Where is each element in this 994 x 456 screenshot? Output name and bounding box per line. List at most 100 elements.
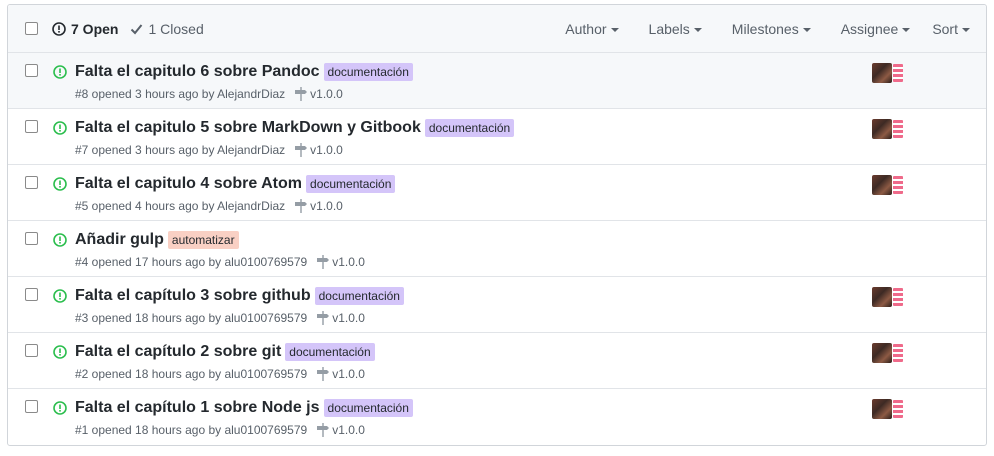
issue-title-line: Falta el capitulo 6 sobre Pandoc documen… [75,63,413,81]
milestone-icon [317,311,330,325]
avatar[interactable] [893,400,903,418]
issue-row[interactable]: Falta el capítulo 1 sobre Node js docume… [8,389,986,445]
issue-meta: #3 opened 18 hours ago by alu0100769579 … [75,311,365,325]
issue-title-line: Falta el capítulo 2 sobre git documentac… [75,343,375,361]
issue-title-link[interactable]: Falta el capitulo 4 sobre Atom [75,175,302,193]
issue-open-icon [53,65,67,79]
issue-checkbox[interactable] [25,120,38,133]
avatar[interactable] [872,399,892,419]
issue-title-link[interactable]: Falta el capítulo 3 sobre github [75,287,311,305]
avatar[interactable] [893,64,903,82]
issue-label[interactable]: documentación [314,287,404,305]
milestone-link[interactable]: v1.0.0 [317,367,365,381]
issue-checkbox[interactable] [25,288,38,301]
issue-meta-text: #1 opened 18 hours ago by alu0100769579 [75,423,308,437]
chevron-down-icon [962,28,970,32]
assignee-avatars[interactable] [872,399,903,419]
milestone-icon [295,143,308,157]
sort-filter[interactable]: Sort [932,21,970,37]
issues-list: 7 Open 1 Closed Author Labels Milestones… [7,4,987,446]
issue-open-icon [53,121,67,135]
issue-row[interactable]: Falta el capítulo 2 sobre git documentac… [8,333,986,389]
milestones-filter[interactable]: Milestones [732,21,811,37]
issue-title-link[interactable]: Falta el capítulo 2 sobre git [75,343,281,361]
assignee-filter[interactable]: Assignee [841,21,911,37]
issue-label[interactable]: documentación [323,399,413,417]
milestone-label: v1.0.0 [332,423,365,437]
milestone-label: v1.0.0 [310,143,343,157]
select-all-checkbox[interactable] [25,22,38,35]
issue-row[interactable]: Añadir gulp automatizar #4 opened 17 hou… [8,221,986,277]
issue-meta-text: #5 opened 4 hours ago by AlejandrDiaz [75,199,286,213]
avatar[interactable] [893,344,903,362]
issue-open-icon [53,401,67,415]
issue-title-line: Añadir gulp automatizar [75,231,239,249]
issue-checkbox[interactable] [25,64,38,77]
milestone-link[interactable]: v1.0.0 [295,199,343,213]
milestone-link[interactable]: v1.0.0 [295,87,343,101]
issue-checkbox[interactable] [25,232,38,245]
assignee-avatars[interactable] [872,63,903,83]
milestone-icon [317,367,330,381]
chevron-down-icon [610,28,619,32]
avatar[interactable] [872,63,892,83]
avatar[interactable] [872,287,892,307]
issue-label[interactable]: automatizar [167,231,239,249]
issue-meta-text: #3 opened 18 hours ago by alu0100769579 [75,311,308,325]
avatar[interactable] [872,119,892,139]
author-filter[interactable]: Author [565,21,619,37]
milestone-label: v1.0.0 [332,255,365,269]
issue-meta: #5 opened 4 hours ago by AlejandrDiaz v1… [75,199,343,213]
milestone-icon [295,87,308,101]
milestone-label: v1.0.0 [310,199,343,213]
open-issues-link[interactable]: 7 Open [52,21,118,37]
filter-bar: Author Labels Milestones Assignee Sort [565,21,986,37]
issue-label[interactable]: documentación [424,119,515,137]
issue-row[interactable]: Falta el capitulo 5 sobre MarkDown y Git… [8,109,986,165]
assignee-avatars[interactable] [872,343,903,363]
issue-meta: #2 opened 18 hours ago by alu0100769579 … [75,367,365,381]
issue-title-link[interactable]: Falta el capitulo 5 sobre MarkDown y Git… [75,119,421,137]
issue-meta-text: #7 opened 3 hours ago by AlejandrDiaz [75,143,286,157]
issue-title-line: Falta el capitulo 5 sobre MarkDown y Git… [75,119,515,137]
avatar[interactable] [872,343,892,363]
issue-title-line: Falta el capítulo 1 sobre Node js docume… [75,399,413,417]
issue-meta: #1 opened 18 hours ago by alu0100769579 … [75,423,365,437]
issue-title-link[interactable]: Añadir gulp [75,231,164,249]
issue-checkbox[interactable] [25,344,38,357]
avatar[interactable] [893,176,903,194]
assignee-avatars[interactable] [872,287,903,307]
closed-issues-link[interactable]: 1 Closed [130,21,204,37]
issue-checkbox[interactable] [25,400,38,413]
milestone-icon [295,199,308,213]
issue-row[interactable]: Falta el capítulo 3 sobre github documen… [8,277,986,333]
issue-open-icon [53,289,67,303]
issue-label[interactable]: documentación [323,63,413,81]
issue-title-link[interactable]: Falta el capítulo 1 sobre Node js [75,399,320,417]
closed-count-label: 1 Closed [148,21,204,37]
issue-row[interactable]: Falta el capitulo 4 sobre Atom documenta… [8,165,986,221]
issue-meta-text: #8 opened 3 hours ago by AlejandrDiaz [75,87,286,101]
milestone-link[interactable]: v1.0.0 [295,143,343,157]
milestone-link[interactable]: v1.0.0 [317,423,365,437]
issue-row[interactable]: Falta el capitulo 6 sobre Pandoc documen… [8,53,986,109]
issue-meta-text: #4 opened 17 hours ago by alu0100769579 [75,255,308,269]
assignee-avatars[interactable] [872,119,903,139]
avatar[interactable] [893,288,903,306]
milestone-link[interactable]: v1.0.0 [317,255,365,269]
issue-title-link[interactable]: Falta el capitulo 6 sobre Pandoc [75,63,320,81]
chevron-down-icon [902,28,911,32]
issues-header: 7 Open 1 Closed Author Labels Milestones… [8,5,986,53]
milestone-icon [317,423,330,437]
issue-label[interactable]: documentación [306,175,396,193]
issue-meta-text: #2 opened 18 hours ago by alu0100769579 [75,367,308,381]
milestone-label: v1.0.0 [332,311,365,325]
milestone-icon [317,255,330,269]
avatar[interactable] [872,175,892,195]
avatar[interactable] [893,120,903,138]
milestone-link[interactable]: v1.0.0 [317,311,365,325]
labels-filter[interactable]: Labels [649,21,702,37]
assignee-avatars[interactable] [872,175,903,195]
issue-label[interactable]: documentación [285,343,375,361]
issue-checkbox[interactable] [25,176,38,189]
